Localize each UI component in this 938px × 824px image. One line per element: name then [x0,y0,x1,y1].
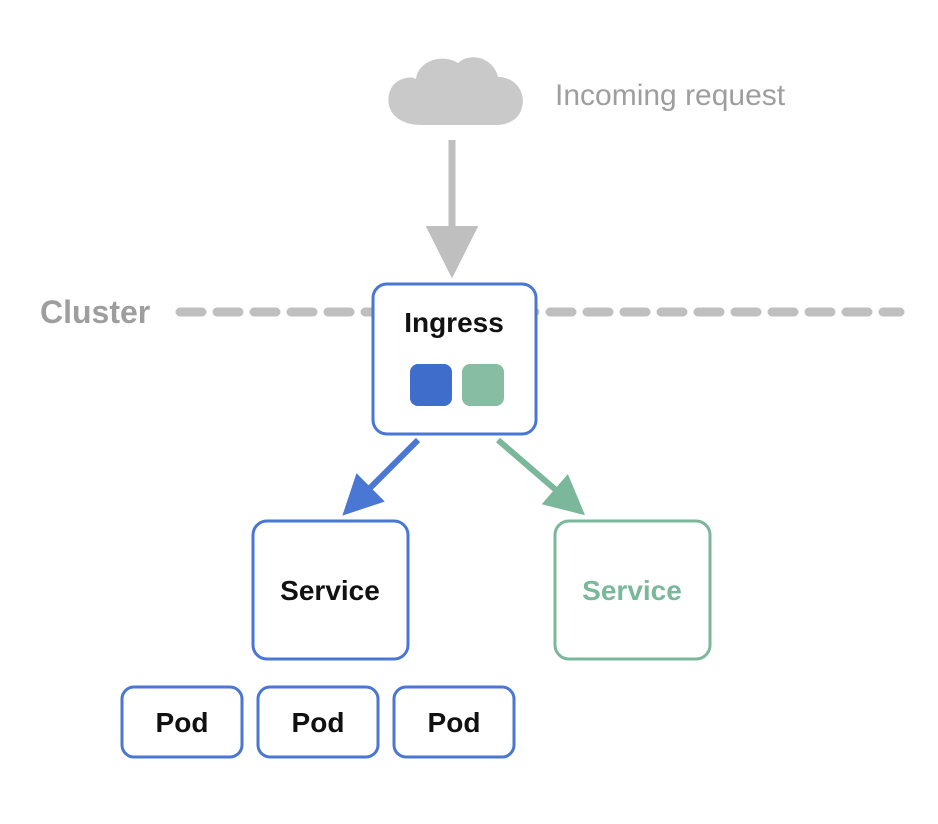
service-blue-label: Service [280,575,380,606]
pod-box-3: Pod [394,687,514,757]
ingress-rule-blue-icon [410,364,452,406]
pod1-label: Pod [156,707,209,738]
service-green-label: Service [582,575,682,606]
incoming-request-label: Incoming request [555,79,786,112]
arrow-ingress-to-service-green [498,440,579,510]
cluster-label: Cluster [40,294,150,330]
pod3-label: Pod [428,707,481,738]
ingress-rule-green-icon [462,364,504,406]
ingress-box: Ingress [373,284,536,434]
arrow-ingress-to-service-blue [348,440,418,510]
cloud-icon [388,57,523,125]
ingress-label: Ingress [404,307,504,338]
pod-box-2: Pod [258,687,378,757]
pod2-label: Pod [292,707,345,738]
service-box-blue: Service [253,521,408,659]
service-box-green: Service [555,521,710,659]
pod-box-1: Pod [122,687,242,757]
